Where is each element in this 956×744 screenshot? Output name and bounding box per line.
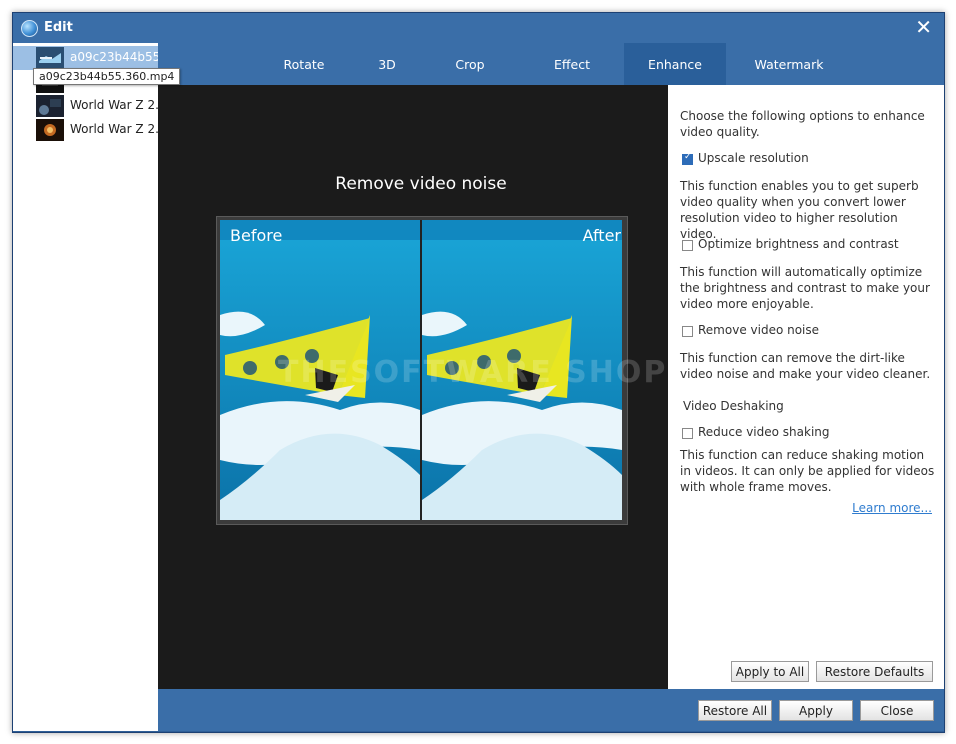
remove-noise-description: This function can remove the dirt-like v… <box>680 351 931 381</box>
upscale-description: This function enables you to get superb … <box>680 179 919 241</box>
upscale-resolution-label[interactable]: Upscale resolution <box>698 151 809 165</box>
optimize-brightness-checkbox[interactable] <box>682 240 693 251</box>
optimize-brightness-label[interactable]: Optimize brightness and contrast <box>698 237 899 251</box>
remove-noise-checkbox[interactable] <box>682 326 693 337</box>
watermark-text: THESOFTWARE SHOP <box>278 355 668 390</box>
file-list-item[interactable]: World War Z 2. <box>13 118 158 142</box>
title-bar: Edit ✕ <box>13 13 944 43</box>
file-list: a09c23b44b55. World War Z 2. World War Z… <box>13 43 158 731</box>
reduce-shaking-description: This function can reduce shaking motion … <box>680 448 935 494</box>
tab-bar: Rotate 3D Crop Effect Enhance Watermark <box>158 43 944 85</box>
preview-title: Remove video noise <box>335 174 507 194</box>
tab-watermark[interactable]: Watermark <box>726 43 852 85</box>
tab-3d[interactable]: 3D <box>354 43 420 85</box>
file-name-tooltip: a09c23b44b55.360.mp4 <box>33 68 181 85</box>
tab-enhance[interactable]: Enhance <box>624 43 726 85</box>
reduce-shaking-label[interactable]: Reduce video shaking <box>698 425 830 439</box>
file-list-item[interactable]: World War Z 2. <box>13 94 158 118</box>
restore-defaults-button[interactable]: Restore Defaults <box>816 661 933 682</box>
learn-more-link[interactable]: Learn more... <box>852 501 932 515</box>
edit-window: Edit ✕ a09c23b44b55. World War Z 2. Worl… <box>12 12 945 733</box>
close-icon[interactable]: ✕ <box>915 16 932 38</box>
optimize-brightness-description: This function will automatically optimiz… <box>680 265 930 311</box>
deshaking-heading: Video Deshaking <box>683 399 784 413</box>
tab-crop[interactable]: Crop <box>420 43 520 85</box>
reduce-shaking-checkbox[interactable] <box>682 428 693 439</box>
upscale-resolution-checkbox[interactable] <box>682 152 693 165</box>
apply-button[interactable]: Apply <box>779 700 853 721</box>
close-button[interactable]: Close <box>860 700 934 721</box>
after-label: After <box>582 226 621 245</box>
preview-area: Remove video noise Before After THESOFTW… <box>158 85 668 689</box>
file-name: World War Z 2. <box>70 122 158 136</box>
app-globe-icon <box>21 20 38 37</box>
restore-all-button[interactable]: Restore All <box>698 700 772 721</box>
tab-rotate[interactable]: Rotate <box>254 43 354 85</box>
bottom-bar: Restore All Apply Close <box>158 689 944 731</box>
file-name: World War Z 2. <box>70 98 158 112</box>
window-title: Edit <box>44 20 73 35</box>
video-thumbnail <box>36 119 64 141</box>
remove-noise-label[interactable]: Remove video noise <box>698 323 819 337</box>
video-thumbnail <box>36 47 64 69</box>
enhance-panel: Choose the following options to enhance … <box>668 85 944 689</box>
file-name: a09c23b44b55. <box>70 50 158 64</box>
tab-effect[interactable]: Effect <box>520 43 624 85</box>
apply-to-all-button[interactable]: Apply to All <box>731 661 809 682</box>
enhance-intro: Choose the following options to enhance … <box>680 109 925 139</box>
video-thumbnail <box>36 95 64 117</box>
file-list-item[interactable]: a09c23b44b55. <box>13 46 158 70</box>
before-label: Before <box>230 226 283 245</box>
